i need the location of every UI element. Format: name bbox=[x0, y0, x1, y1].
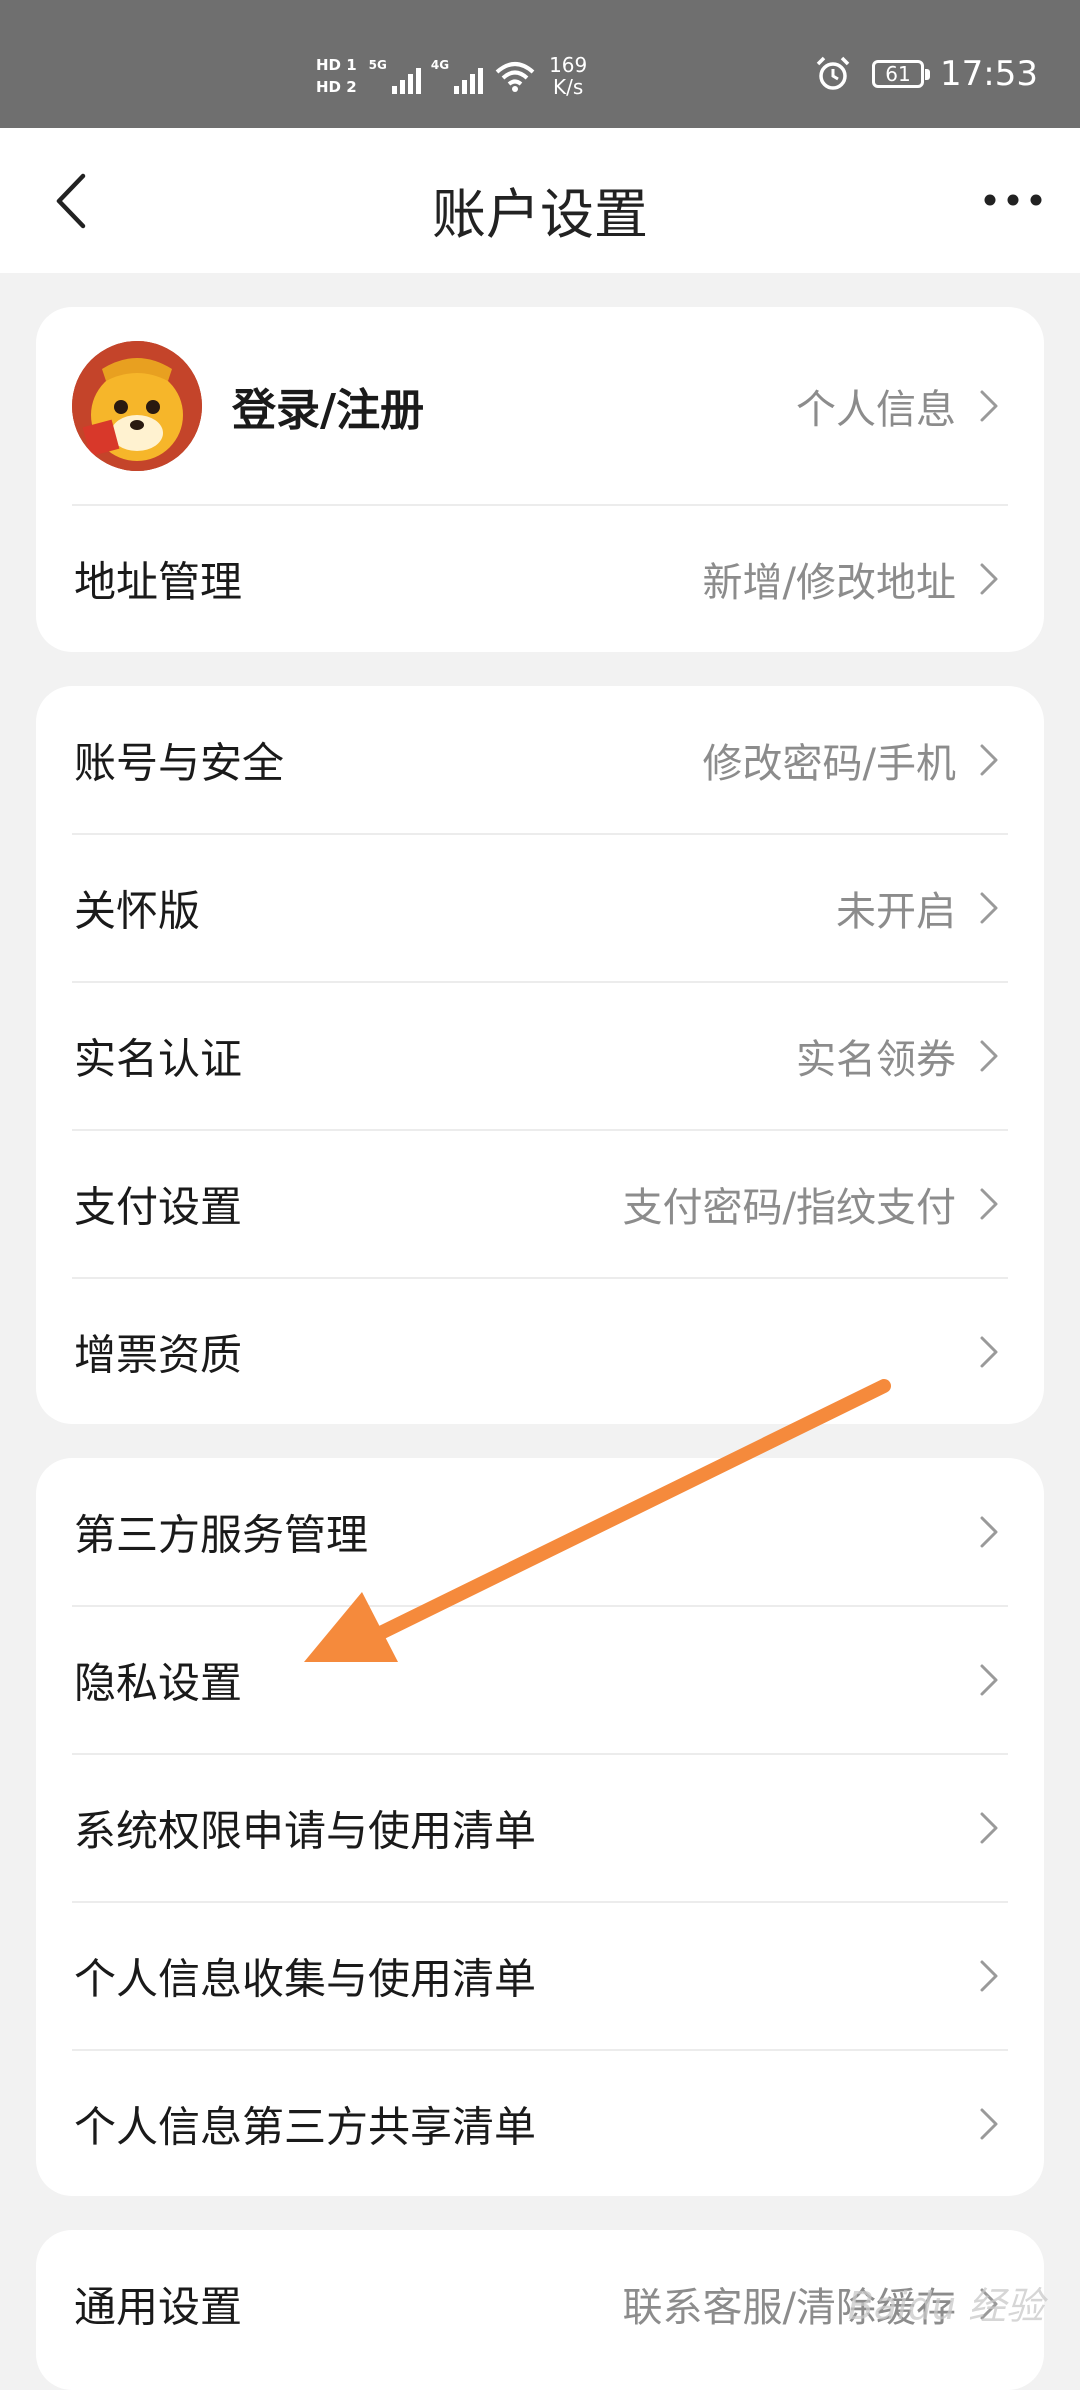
settings-row-account-security[interactable]: 账号与安全 修改密码/手机 bbox=[36, 686, 1044, 834]
login-register-link[interactable]: 登录/注册 bbox=[232, 374, 424, 438]
network-speed: 169 K/s bbox=[549, 54, 587, 98]
chevron-right-icon bbox=[980, 563, 998, 594]
row-value: 修改密码/手机 bbox=[702, 741, 956, 787]
alarm-icon bbox=[816, 56, 850, 90]
more-horizontal-icon bbox=[984, 194, 1042, 206]
hd1-label: HD 1 bbox=[316, 56, 357, 74]
chevron-right-icon bbox=[980, 1516, 998, 1548]
chevron-right-icon bbox=[980, 1040, 998, 1072]
page-title: 账户设置 bbox=[432, 183, 648, 246]
chevron-right-icon bbox=[980, 1960, 998, 1992]
row-label: 通用设置 bbox=[74, 2282, 243, 2332]
status-right: 61 17:53 bbox=[814, 50, 1038, 98]
row-value: 实名领券 bbox=[796, 1037, 956, 1083]
hd2-label: HD 2 bbox=[316, 78, 357, 96]
row-label: 增票资质 bbox=[74, 1330, 243, 1380]
avatar[interactable] bbox=[72, 341, 202, 471]
chevron-right-icon bbox=[980, 1812, 998, 1844]
battery-level: 61 bbox=[885, 62, 911, 86]
chevron-right-icon bbox=[980, 2108, 998, 2140]
chevron-right-icon bbox=[980, 1664, 998, 1696]
profile-card: 登录/注册 个人信息 地址管理 新增/修改地址 bbox=[36, 307, 1044, 652]
settings-row-system-permissions[interactable]: 系统权限申请与使用清单 bbox=[36, 1754, 1044, 1902]
title-bar: 账户设置 bbox=[0, 128, 1080, 273]
row-value: 未开启 bbox=[836, 889, 956, 935]
address-management-value: 新增/修改地址 bbox=[702, 559, 956, 606]
row-label: 关怀版 bbox=[74, 886, 201, 936]
more-button[interactable] bbox=[978, 180, 1048, 220]
hd-indicator: HD 1 HD 2 bbox=[316, 56, 357, 96]
wifi-icon bbox=[495, 62, 535, 92]
mascot-avatar-icon bbox=[72, 341, 202, 471]
row-label: 账号与安全 bbox=[74, 738, 285, 788]
sim2-network-label: 4G bbox=[430, 58, 450, 72]
network-speed-unit: K/s bbox=[553, 75, 584, 99]
chevron-right-icon bbox=[980, 390, 998, 422]
settings-row-third-party-sharing[interactable]: 个人信息第三方共享清单 bbox=[36, 2050, 1044, 2196]
chevron-right-icon bbox=[980, 1188, 998, 1220]
clock: 17:53 bbox=[940, 54, 1038, 94]
row-label: 个人信息第三方共享清单 bbox=[74, 2102, 537, 2152]
status-bar: HD 1 HD 2 5G 4G 169 K/s 61 17:53 bbox=[0, 0, 1080, 128]
watermark: Baidu 经验 bbox=[847, 2284, 1044, 2328]
annotation-arrow-icon bbox=[304, 1379, 891, 1662]
row-label: 支付设置 bbox=[74, 1182, 243, 1232]
row-label: 隐私设置 bbox=[74, 1658, 243, 1708]
network-speed-value: 169 bbox=[549, 53, 588, 77]
battery-icon: 61 bbox=[872, 60, 931, 88]
signal-sim2-icon: 4G bbox=[430, 58, 484, 94]
settings-row-info-collection[interactable]: 个人信息收集与使用清单 bbox=[36, 1902, 1044, 2050]
settings-row-real-name[interactable]: 实名认证 实名领券 bbox=[36, 982, 1044, 1130]
row-label: 实名认证 bbox=[74, 1034, 243, 1084]
chevron-right-icon bbox=[980, 892, 998, 924]
login-register-row[interactable]: 登录/注册 个人信息 bbox=[36, 307, 1044, 505]
personal-info-link: 个人信息 bbox=[796, 387, 956, 433]
sim1-network-label: 5G bbox=[368, 58, 387, 72]
address-management-label: 地址管理 bbox=[74, 557, 243, 606]
chevron-right-icon bbox=[980, 1336, 998, 1368]
signal-sim1-icon: 5G bbox=[369, 58, 421, 94]
chevron-right-icon bbox=[980, 744, 998, 776]
status-indicators: HD 1 HD 2 5G 4G 169 K/s bbox=[316, 46, 587, 106]
row-label: 个人信息收集与使用清单 bbox=[74, 1954, 537, 2004]
settings-row-care-mode[interactable]: 关怀版 未开启 bbox=[36, 834, 1044, 982]
address-management-row[interactable]: 地址管理 新增/修改地址 bbox=[36, 505, 1044, 652]
row-label: 系统权限申请与使用清单 bbox=[74, 1806, 537, 1856]
account-card: 账号与安全 修改密码/手机 关怀版 未开启 实名认证 实名领券 支付设置 支付密… bbox=[36, 686, 1044, 1424]
settings-row-payment[interactable]: 支付设置 支付密码/指纹支付 bbox=[36, 1130, 1044, 1278]
row-value: 支付密码/指纹支付 bbox=[622, 1185, 956, 1231]
